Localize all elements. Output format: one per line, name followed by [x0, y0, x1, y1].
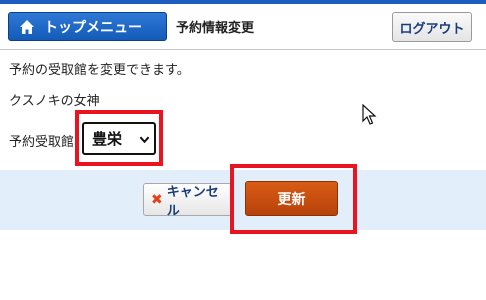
cancel-label: キャンセル — [166, 184, 219, 219]
pickup-branch-select[interactable]: 豊栄 — [82, 122, 156, 155]
description-text: 予約の受取館を変更できます。 — [9, 63, 190, 78]
mouse-cursor-icon — [362, 104, 377, 125]
chevron-down-icon — [139, 136, 150, 144]
cancel-button[interactable]: ✖ キャンセル — [143, 183, 232, 219]
top-menu-button[interactable]: トップメニュー — [8, 12, 167, 41]
top-menu-label: トップメニュー — [44, 19, 142, 36]
home-icon — [19, 19, 35, 35]
logout-button[interactable]: ログアウト — [392, 12, 472, 42]
close-icon: ✖ — [151, 191, 163, 208]
book-title: クスノキの女神 — [9, 94, 100, 109]
pickup-branch-value: 豊栄 — [92, 130, 123, 148]
page: トップメニュー 予約情報変更 ログアウト 予約の受取館を変更できます。 クスノキ… — [0, 0, 486, 300]
update-button[interactable]: 更新 — [245, 181, 338, 216]
page-title: 予約情報変更 — [176, 21, 255, 36]
header-bar: トップメニュー 予約情報変更 ログアウト — [0, 4, 486, 50]
pickup-branch-label: 予約受取館 — [9, 135, 75, 150]
